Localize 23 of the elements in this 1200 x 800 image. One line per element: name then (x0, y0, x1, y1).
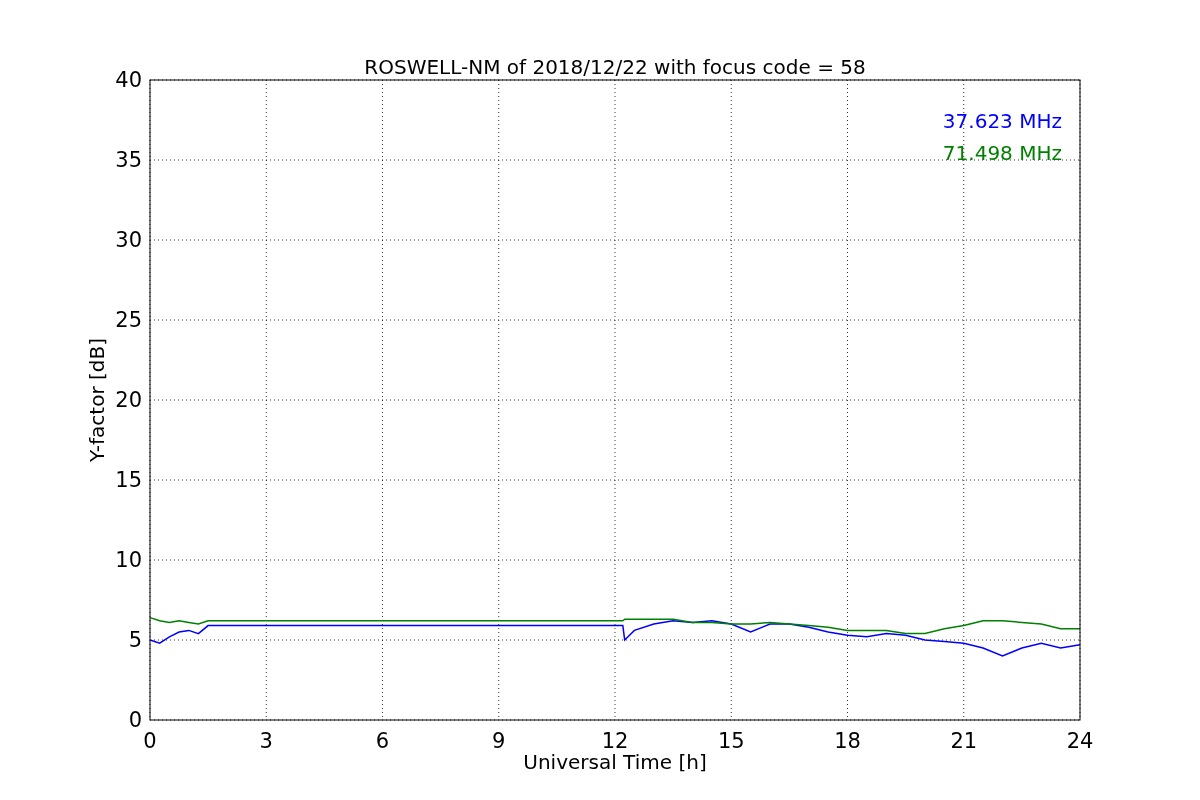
tick-label: 12 (601, 729, 629, 753)
legend-label: 37.623 MHz (942, 109, 1062, 133)
tick-label: 30 (115, 228, 142, 252)
tick-label: 24 (1066, 729, 1094, 753)
tick-label: 40 (115, 68, 142, 92)
tick-label: 9 (492, 729, 506, 753)
tick-label: 10 (115, 548, 142, 572)
tick-label: 5 (128, 628, 142, 652)
legend-label: 71.498 MHz (942, 141, 1062, 165)
tick-label: 0 (143, 729, 157, 753)
tick-label: 25 (115, 308, 142, 332)
tick-label: 18 (834, 729, 861, 753)
tick-label: 20 (115, 388, 142, 412)
axis-label: Universal Time [h] (523, 750, 707, 774)
tick-label: 35 (115, 148, 142, 172)
chart-title: ROSWELL-NM of 2018/12/22 with focus code = 58 (364, 55, 866, 79)
tick-label: 15 (717, 729, 745, 753)
tick-label: 21 (950, 729, 978, 753)
axis-label: Y-factor [dB] (85, 338, 109, 462)
tick-label: 3 (259, 729, 273, 753)
tick-label: 15 (115, 468, 142, 492)
tick-label: 6 (375, 729, 390, 753)
tick-label: 0 (128, 708, 142, 732)
